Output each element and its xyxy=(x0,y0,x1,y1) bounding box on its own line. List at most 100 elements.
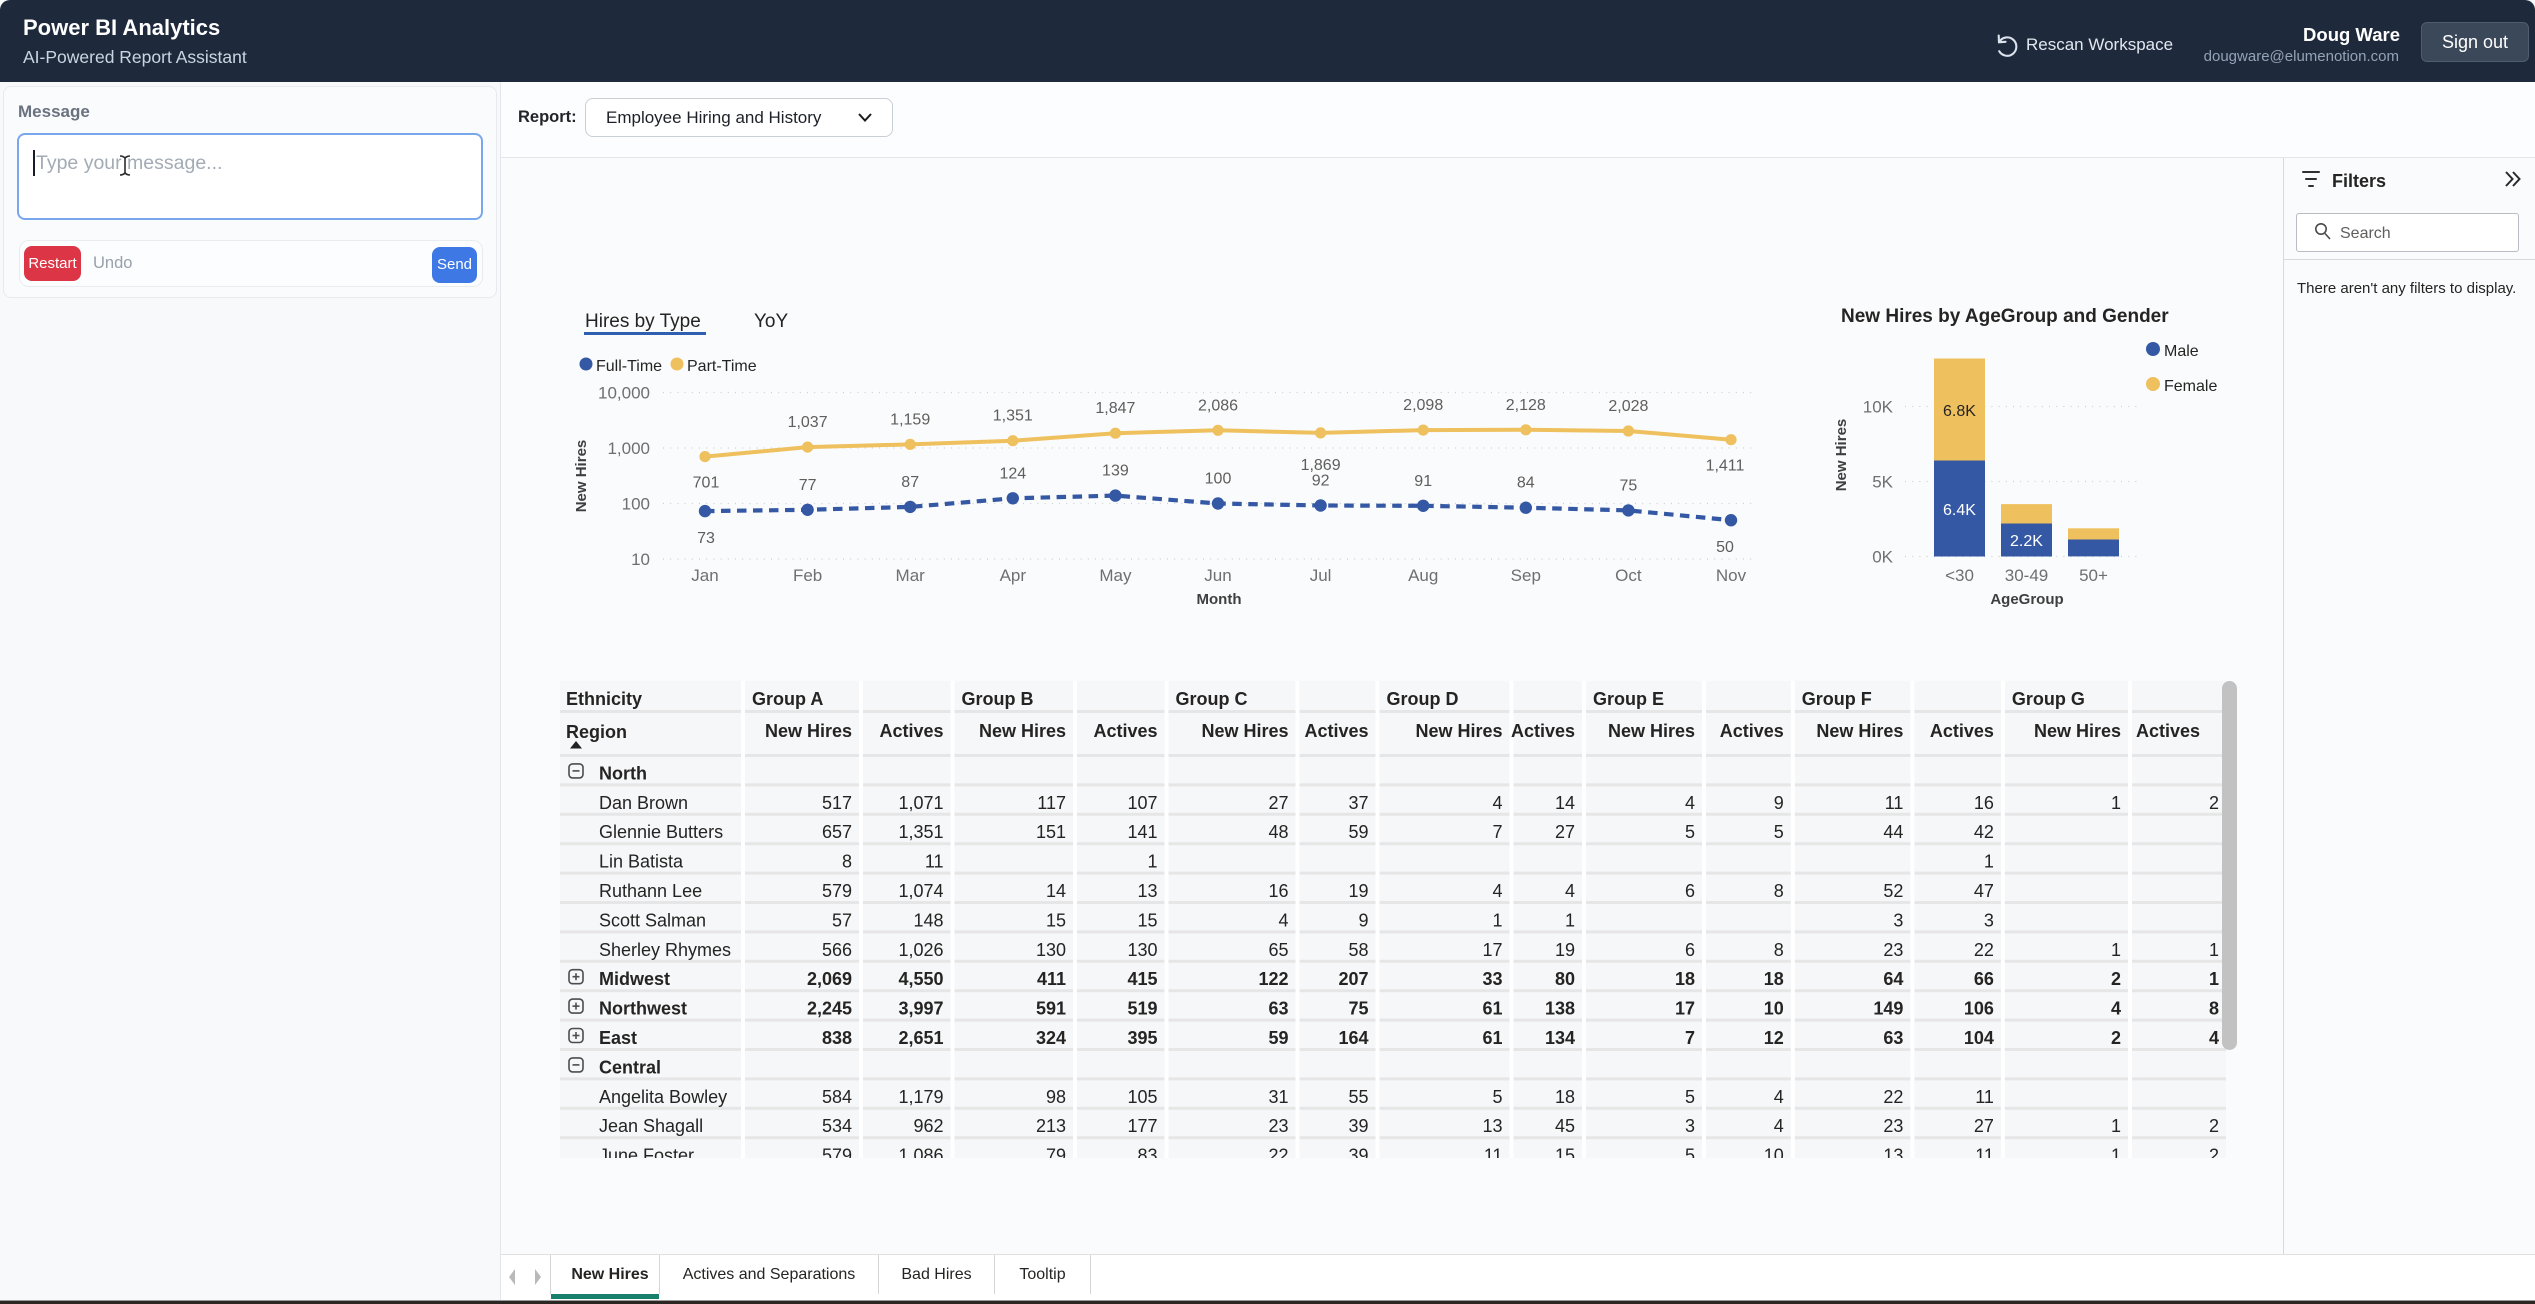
svg-text:18: 18 xyxy=(1555,1087,1575,1107)
svg-text:149: 149 xyxy=(1873,999,1903,1019)
svg-text:10,000: 10,000 xyxy=(598,384,650,403)
svg-text:Filters: Filters xyxy=(2332,171,2386,191)
svg-text:Oct: Oct xyxy=(1615,566,1642,585)
svg-text:22: 22 xyxy=(1268,1146,1288,1166)
svg-text:New Hires: New Hires xyxy=(979,721,1066,741)
svg-text:Nov: Nov xyxy=(1716,566,1747,585)
svg-text:2: 2 xyxy=(2209,1116,2219,1136)
svg-text:87: 87 xyxy=(901,474,919,491)
svg-text:Jan: Jan xyxy=(691,566,718,585)
svg-text:2: 2 xyxy=(2209,793,2219,813)
svg-text:1,074: 1,074 xyxy=(898,881,943,901)
svg-text:Actives: Actives xyxy=(2136,721,2200,741)
svg-text:45: 45 xyxy=(1555,1116,1575,1136)
svg-text:6.4K: 6.4K xyxy=(1943,502,1976,519)
svg-text:3,997: 3,997 xyxy=(898,999,943,1019)
svg-text:1: 1 xyxy=(1565,910,1575,930)
svg-text:Part-Time: Part-Time xyxy=(687,358,757,375)
svg-text:New Hires: New Hires xyxy=(1608,721,1695,741)
svg-text:519: 519 xyxy=(1127,999,1157,1019)
svg-text:75: 75 xyxy=(1348,999,1368,1019)
svg-text:57: 57 xyxy=(832,910,852,930)
svg-text:151: 151 xyxy=(1036,822,1066,842)
svg-text:63: 63 xyxy=(1883,1028,1903,1048)
svg-text:19: 19 xyxy=(1555,940,1575,960)
svg-text:33: 33 xyxy=(1482,969,1502,989)
svg-text:Dan Brown: Dan Brown xyxy=(599,793,688,813)
svg-text:44: 44 xyxy=(1883,822,1903,842)
svg-text:84: 84 xyxy=(1517,475,1535,492)
svg-text:55: 55 xyxy=(1348,1087,1368,1107)
svg-text:New Hires: New Hires xyxy=(2034,721,2121,741)
svg-text:91: 91 xyxy=(1414,473,1432,490)
svg-text:Month: Month xyxy=(1197,591,1242,608)
svg-text:534: 534 xyxy=(822,1116,852,1136)
svg-text:52: 52 xyxy=(1883,881,1903,901)
svg-text:1,000: 1,000 xyxy=(607,439,650,458)
svg-text:15: 15 xyxy=(1555,1146,1575,1166)
svg-text:5: 5 xyxy=(1685,1087,1695,1107)
svg-text:3: 3 xyxy=(1893,910,1903,930)
svg-text:4: 4 xyxy=(1774,1116,1784,1136)
svg-text:6: 6 xyxy=(1685,881,1695,901)
svg-text:395: 395 xyxy=(1127,1028,1157,1048)
svg-text:22: 22 xyxy=(1883,1087,1903,1107)
svg-text:Group F: Group F xyxy=(1802,689,1872,709)
svg-text:2,028: 2,028 xyxy=(1608,398,1648,415)
svg-text:Male: Male xyxy=(2164,343,2199,360)
svg-text:117: 117 xyxy=(1037,793,1066,813)
svg-text:61: 61 xyxy=(1482,999,1502,1019)
svg-text:37: 37 xyxy=(1348,793,1368,813)
svg-text:Northwest: Northwest xyxy=(599,999,687,1019)
svg-text:80: 80 xyxy=(1555,969,1575,989)
svg-text:1: 1 xyxy=(2209,969,2219,989)
svg-text:566: 566 xyxy=(822,940,852,960)
svg-text:324: 324 xyxy=(1036,1028,1066,1048)
svg-text:17: 17 xyxy=(1482,940,1502,960)
svg-text:50: 50 xyxy=(1716,539,1734,556)
svg-text:50+: 50+ xyxy=(2079,566,2108,585)
svg-text:New Hires: New Hires xyxy=(1833,419,1850,492)
svg-text:3: 3 xyxy=(1685,1116,1695,1136)
svg-text:92: 92 xyxy=(1312,473,1330,490)
svg-text:Ruthann Lee: Ruthann Lee xyxy=(599,881,702,901)
svg-text:8: 8 xyxy=(1774,940,1784,960)
svg-text:79: 79 xyxy=(1046,1146,1066,1166)
svg-text:14: 14 xyxy=(1046,881,1066,901)
svg-text:1,847: 1,847 xyxy=(1095,400,1135,417)
svg-text:New Hires: New Hires xyxy=(1415,721,1502,741)
svg-text:2,651: 2,651 xyxy=(898,1028,943,1048)
svg-text:207: 207 xyxy=(1338,969,1368,989)
svg-text:15: 15 xyxy=(1046,910,1066,930)
svg-text:19: 19 xyxy=(1348,881,1368,901)
svg-text:22: 22 xyxy=(1974,940,1994,960)
svg-text:1,159: 1,159 xyxy=(890,411,930,428)
svg-text:10: 10 xyxy=(1764,1146,1784,1166)
svg-text:104: 104 xyxy=(1964,1028,1994,1048)
svg-text:14: 14 xyxy=(1555,793,1575,813)
svg-text:75: 75 xyxy=(1620,477,1638,494)
svg-text:23: 23 xyxy=(1883,1116,1903,1136)
svg-text:Lin Batista: Lin Batista xyxy=(599,852,684,872)
svg-text:Group A: Group A xyxy=(752,689,823,709)
svg-text:1,026: 1,026 xyxy=(898,940,943,960)
svg-text:48: 48 xyxy=(1268,822,1288,842)
svg-text:4: 4 xyxy=(1774,1087,1784,1107)
svg-text:Actives: Actives xyxy=(1093,721,1157,741)
svg-text:63: 63 xyxy=(1268,999,1288,1019)
svg-text:124: 124 xyxy=(999,465,1026,482)
svg-text:1,411: 1,411 xyxy=(1706,458,1745,475)
svg-text:8: 8 xyxy=(1774,881,1784,901)
svg-text:1,869: 1,869 xyxy=(1301,457,1341,474)
svg-text:1,086: 1,086 xyxy=(898,1146,943,1166)
svg-text:Aug: Aug xyxy=(1408,566,1438,585)
svg-text:6.8K: 6.8K xyxy=(1943,403,1976,420)
svg-text:Scott Salman: Scott Salman xyxy=(599,910,706,930)
svg-text:0K: 0K xyxy=(1872,548,1893,567)
svg-text:7: 7 xyxy=(1492,822,1502,842)
svg-text:4: 4 xyxy=(1685,793,1695,813)
svg-text:2,069: 2,069 xyxy=(807,969,852,989)
svg-text:5: 5 xyxy=(1685,1146,1695,1166)
svg-text:3: 3 xyxy=(1984,910,1994,930)
svg-text:164: 164 xyxy=(1338,1028,1368,1048)
